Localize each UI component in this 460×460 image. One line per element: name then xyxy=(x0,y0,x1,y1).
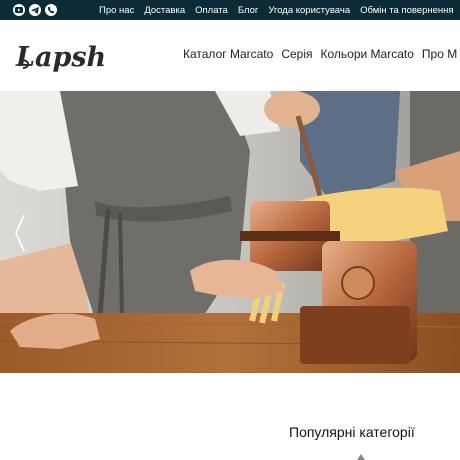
topnav-link-blog[interactable]: Блог xyxy=(238,5,259,16)
top-bar: Про нас Доставка Оплата Блог Угода корис… xyxy=(0,0,460,20)
topnav-link-payment[interactable]: Оплата xyxy=(195,5,228,16)
topnav-link-about[interactable]: Про нас xyxy=(99,5,134,16)
nav-item-colors[interactable]: Кольори Marcato xyxy=(321,47,414,61)
social-links xyxy=(13,4,57,16)
nav-item-catalog[interactable]: Каталог Marcato xyxy=(183,47,273,61)
topnav-link-returns[interactable]: Обмін та повернення xyxy=(360,5,453,16)
top-nav: Про нас Доставка Оплата Блог Угода корис… xyxy=(99,0,460,20)
topnav-link-delivery[interactable]: Доставка xyxy=(144,5,185,16)
hero-banner[interactable] xyxy=(0,91,460,373)
youtube-icon[interactable] xyxy=(13,4,25,16)
hero-image xyxy=(0,91,460,373)
site-header: Lapsha Каталог Marcato Серія Кольори Mar… xyxy=(0,20,460,91)
popular-categories-title: Популярні категорії xyxy=(289,424,415,440)
logo[interactable]: Lapsha xyxy=(14,32,104,76)
svg-text:Lapsha: Lapsha xyxy=(15,42,104,73)
telegram-icon[interactable] xyxy=(29,4,41,16)
chevron-left-icon[interactable] xyxy=(14,213,26,253)
viber-icon[interactable] xyxy=(45,4,57,16)
nav-item-series[interactable]: Серія xyxy=(281,47,312,61)
nav-item-about[interactable]: Про М xyxy=(422,47,457,61)
topnav-link-terms[interactable]: Угода користувача xyxy=(268,5,350,16)
category-icon xyxy=(357,454,365,460)
main-nav: Каталог Marcato Серія Кольори Marcato Пр… xyxy=(183,47,460,61)
